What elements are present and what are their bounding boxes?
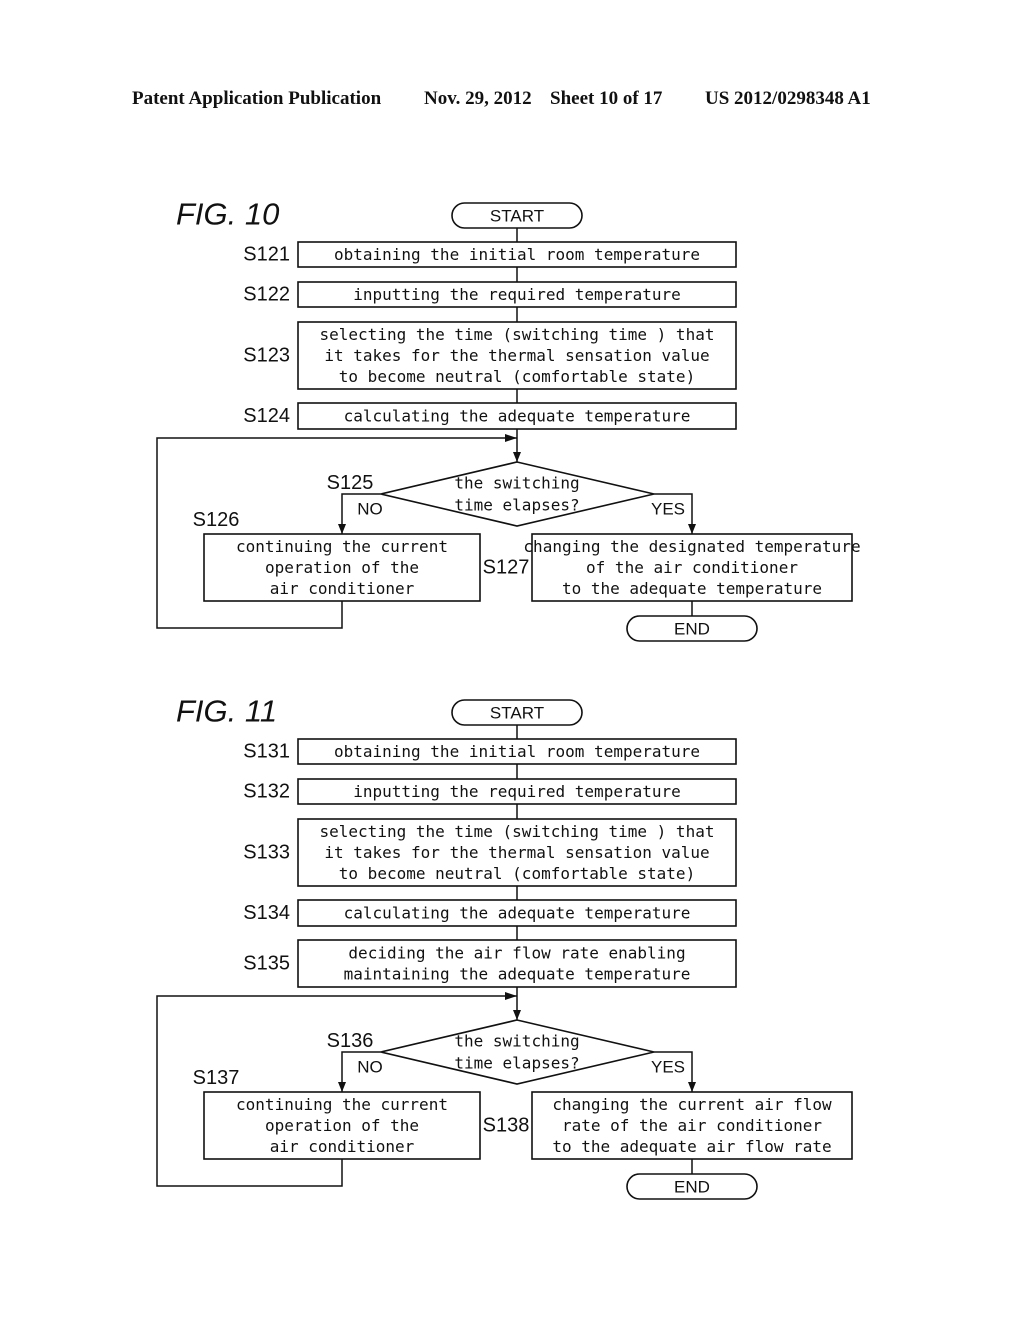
decision-diamond — [380, 461, 655, 527]
process-step-s124: calculating the adequate temperature S124 — [243, 402, 737, 430]
arrowhead-icon — [338, 1082, 346, 1092]
step-label: S125 — [327, 472, 374, 494]
process-step-s134: calculating the adequate temperature S134 — [243, 899, 737, 927]
yes-branch-label: YES — [651, 500, 685, 519]
process-text: operation of the — [265, 1116, 419, 1135]
step-label: S126 — [193, 509, 240, 531]
process-text: to become neutral (comfortable state) — [339, 367, 695, 386]
process-step-s131: obtaining the initial room temperature S1… — [243, 738, 737, 765]
arrowhead-icon — [688, 1082, 696, 1092]
process-step-s133: selecting the time (switching time ) tha… — [243, 818, 737, 887]
step-label: S137 — [193, 1067, 240, 1089]
process-text: air conditioner — [270, 1137, 415, 1156]
process-text: rate of the air conditioner — [562, 1116, 822, 1135]
decision-text: the switching — [454, 474, 579, 493]
process-text: obtaining the initial room temperature — [334, 245, 700, 264]
yes-branch-label: YES — [651, 1058, 685, 1077]
arrowhead-icon — [513, 452, 521, 462]
process-text: to the adequate temperature — [562, 579, 822, 598]
process-text: changing the designated temperature — [523, 537, 860, 556]
step-label: S123 — [243, 345, 290, 367]
step-label: S135 — [243, 953, 290, 975]
step-label: S134 — [243, 902, 290, 924]
process-text: air conditioner — [270, 579, 415, 598]
process-text: selecting the time (switching time ) tha… — [320, 822, 715, 841]
process-text: continuing the current — [236, 537, 448, 556]
step-label: S133 — [243, 842, 290, 864]
end-terminal: END — [626, 615, 758, 642]
process-text: maintaining the adequate temperature — [344, 965, 691, 984]
arrowhead-icon — [688, 524, 696, 534]
step-label: S124 — [243, 405, 290, 427]
step-label: S138 — [483, 1115, 530, 1137]
process-text: to become neutral (comfortable state) — [339, 864, 695, 883]
arrowhead-icon — [338, 524, 346, 534]
process-text: operation of the — [265, 558, 419, 577]
figure-title: FIG. 10 — [176, 197, 279, 232]
end-label: END — [674, 1178, 710, 1197]
process-text: obtaining the initial room temperature — [334, 742, 700, 761]
no-branch-label: NO — [357, 500, 383, 519]
process-text: it takes for the thermal sensation value — [324, 843, 709, 862]
decision-text: time elapses? — [454, 496, 579, 515]
figure-fig-10: FIG. 10 START obtaining the initial room t… — [156, 197, 861, 642]
process-step-s138: changing the current air flow rate of the… — [483, 1091, 853, 1160]
step-label: S132 — [243, 781, 290, 803]
end-terminal: END — [626, 1173, 758, 1200]
arrowhead-icon — [513, 1010, 521, 1020]
arrowhead-icon — [505, 434, 517, 442]
process-step-s126: continuing the current operation of the ai… — [193, 509, 481, 602]
decision-diamond — [380, 1019, 655, 1085]
step-label: S127 — [483, 557, 530, 579]
flowchart-canvas: FIG. 10 START obtaining the initial room t… — [156, 197, 861, 1200]
end-label: END — [674, 620, 710, 639]
process-text: deciding the air flow rate enabling — [348, 944, 685, 963]
process-text: inputting the required temperature — [353, 782, 681, 801]
step-label: S136 — [327, 1030, 374, 1052]
start-terminal: START — [451, 202, 583, 229]
start-label: START — [490, 704, 544, 723]
start-label: START — [490, 207, 544, 226]
process-step-s132: inputting the required temperature S132 — [243, 778, 737, 805]
decision-text: time elapses? — [454, 1054, 579, 1073]
process-step-s122: inputting the required temperature S122 — [243, 281, 737, 308]
figure-fig-11: FIG. 11 START obtaining the initial room t… — [156, 694, 853, 1200]
process-text: inputting the required temperature — [353, 285, 681, 304]
step-label: S122 — [243, 284, 290, 306]
process-text: of the air conditioner — [586, 558, 798, 577]
decision-text: the switching — [454, 1032, 579, 1051]
process-step-s121: obtaining the initial room temperature S1… — [243, 241, 737, 268]
start-terminal: START — [451, 699, 583, 726]
process-text: it takes for the thermal sensation value — [324, 346, 709, 365]
process-step-s123: selecting the time (switching time ) tha… — [243, 321, 737, 390]
process-text: continuing the current — [236, 1095, 448, 1114]
no-branch-label: NO — [357, 1058, 383, 1077]
process-step-s135: deciding the air flow rate enabling maint… — [243, 939, 737, 988]
figure-title: FIG. 11 — [176, 694, 277, 729]
process-text: calculating the adequate temperature — [344, 904, 691, 923]
process-step-s127: changing the designated temperature of th… — [483, 533, 861, 602]
process-text: changing the current air flow — [552, 1095, 832, 1114]
process-step-s137: continuing the current operation of the ai… — [193, 1067, 481, 1160]
process-text: calculating the adequate temperature — [344, 407, 691, 426]
process-text: to the adequate air flow rate — [552, 1137, 831, 1156]
step-label: S121 — [243, 244, 290, 266]
arrowhead-icon — [505, 992, 517, 1000]
step-label: S131 — [243, 741, 290, 763]
process-text: selecting the time (switching time ) tha… — [320, 325, 715, 344]
